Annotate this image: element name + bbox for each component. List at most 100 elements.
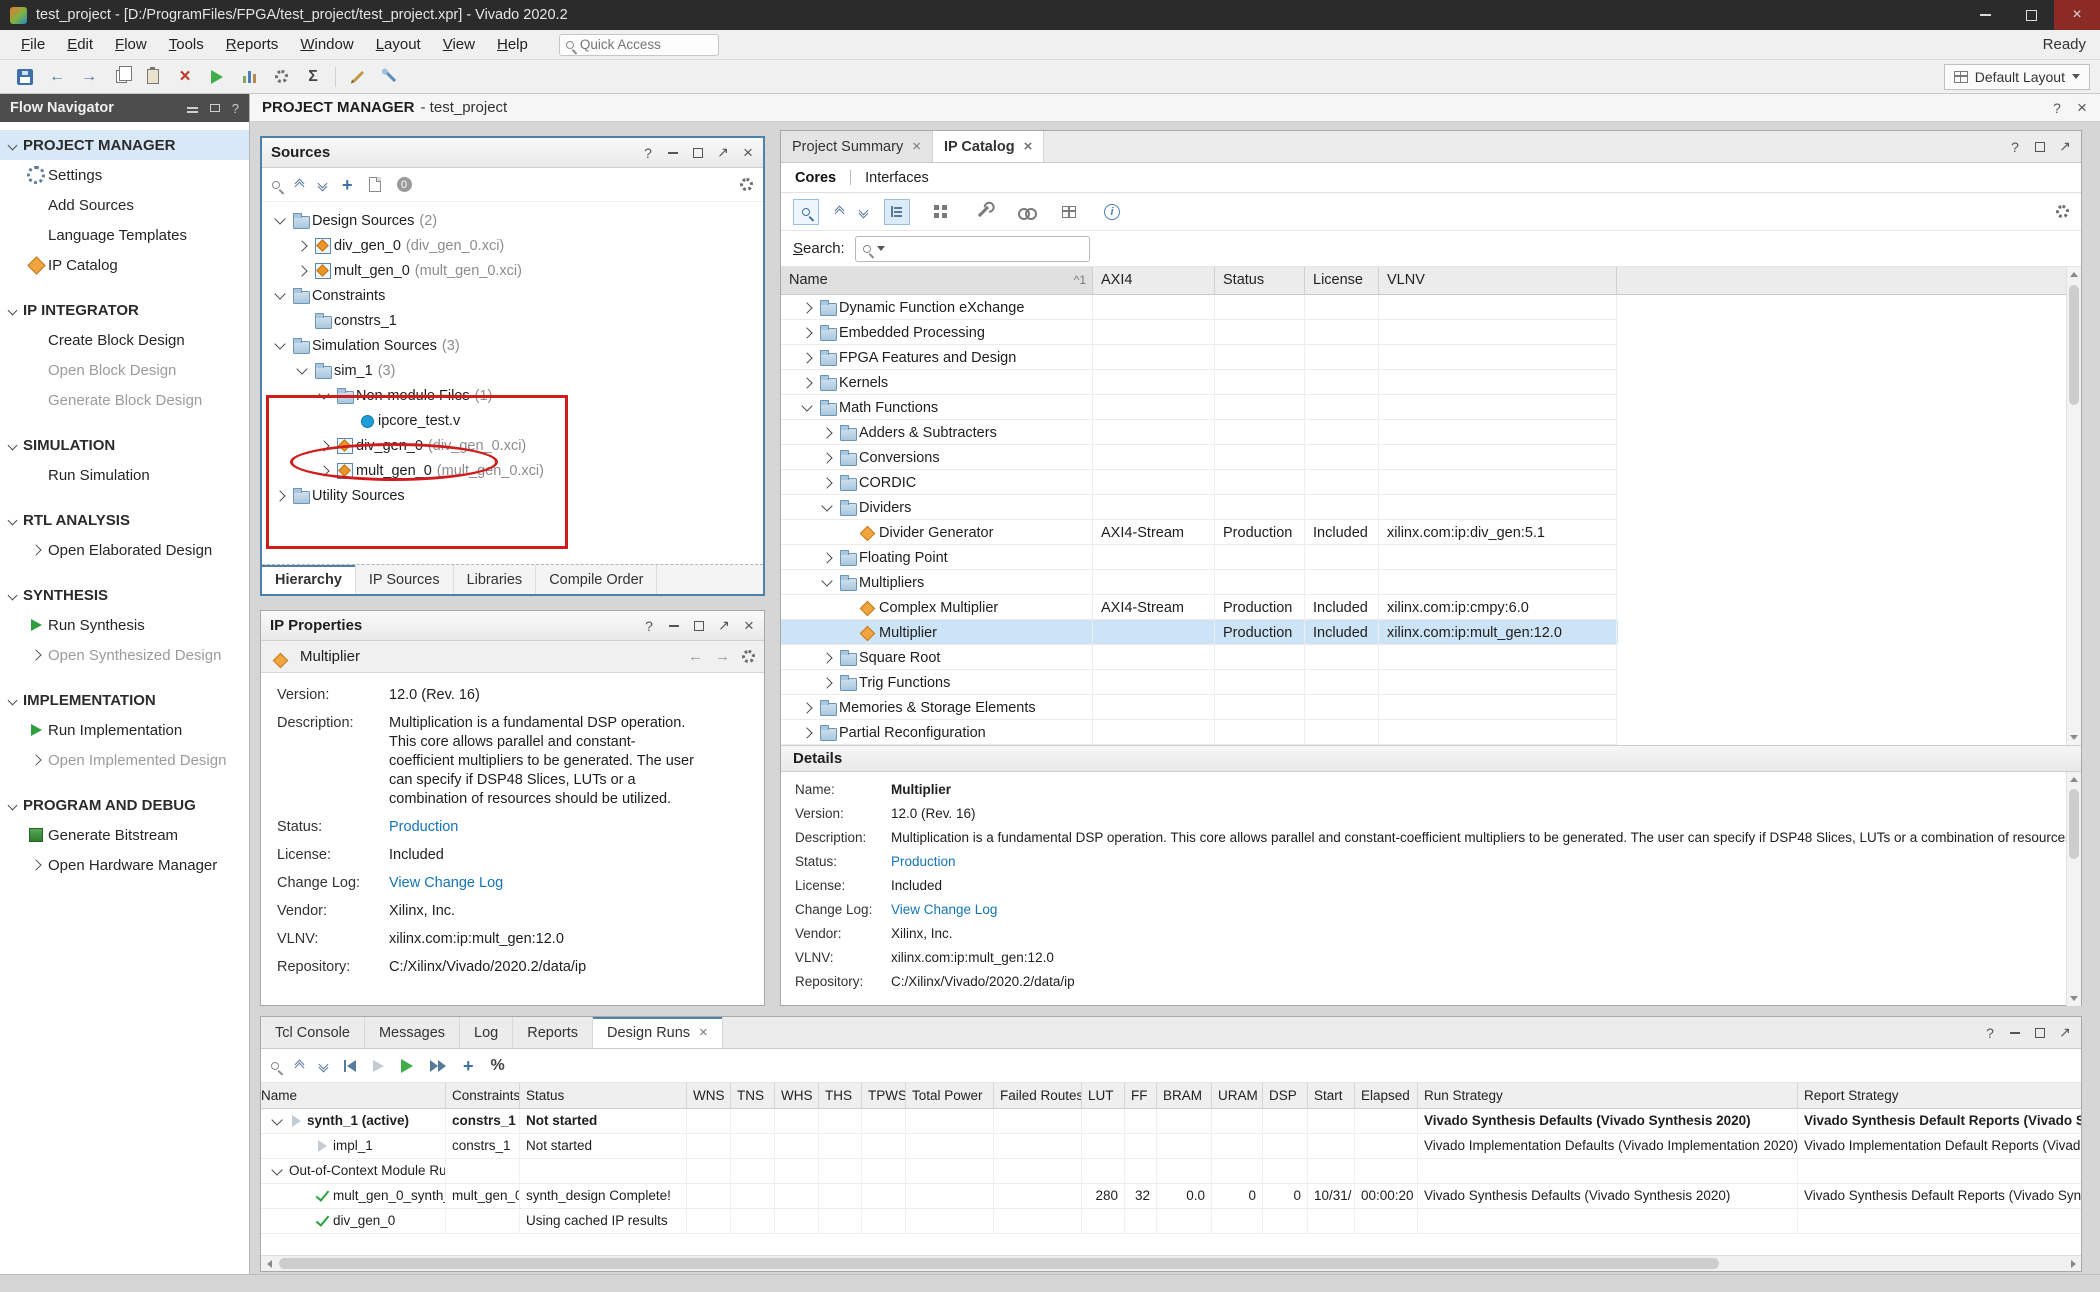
source-tree-row[interactable]: div_gen_0 (div_gen_0.xci) [262, 233, 763, 258]
flow-navigator-item[interactable]: Open Implemented Design [0, 745, 249, 775]
window-minimize-button[interactable] [1962, 0, 2008, 30]
flow-navigator-section-header[interactable]: SIMULATION [0, 430, 249, 460]
close-icon[interactable]: × [2076, 99, 2088, 116]
quick-access-search[interactable] [559, 34, 719, 56]
source-tree-row[interactable]: Design Sources (2) [262, 208, 763, 233]
tab-close-icon[interactable]: × [699, 1025, 708, 1040]
catalog-row[interactable]: Floating Point [781, 545, 1618, 570]
catalog-row[interactable]: CORDIC [781, 470, 1618, 495]
collapse-icon[interactable] [187, 107, 198, 109]
help-icon[interactable]: ? [2009, 139, 2021, 155]
flow-navigator-item[interactable]: Language Templates [0, 220, 249, 250]
run-button[interactable] [202, 63, 232, 91]
column-header-name[interactable]: Name ^1 [781, 267, 1093, 294]
expander-icon[interactable] [817, 554, 837, 562]
column-header[interactable]: THS [819, 1083, 862, 1108]
gear-icon[interactable] [742, 650, 755, 663]
expander-icon[interactable] [817, 679, 837, 687]
column-header[interactable]: Name [261, 1083, 446, 1108]
expand-all-icon[interactable] [319, 182, 326, 188]
settings-button[interactable] [266, 63, 296, 91]
maximize-icon[interactable] [2034, 1028, 2046, 1038]
column-header[interactable]: Report Strategy [1798, 1083, 2083, 1108]
collapse-all-icon[interactable] [836, 209, 843, 215]
source-tree-row[interactable]: mult_gen_0 (mult_gen_0.xci) [262, 258, 763, 283]
save-button[interactable] [10, 63, 40, 91]
design-run-row[interactable]: mult_gen_0_synth_1 mult_gen_0 synth_desi… [261, 1184, 2081, 1209]
expander-icon[interactable] [292, 368, 312, 373]
help-icon[interactable]: ? [232, 101, 239, 116]
catalog-row[interactable]: Adders & Subtracters [781, 420, 1618, 445]
column-header[interactable]: Failed Routes [994, 1083, 1082, 1108]
horizontal-scrollbar[interactable] [261, 1255, 2081, 1271]
flow-navigator-section-header[interactable]: RTL ANALYSIS [0, 505, 249, 535]
flow-navigator-section-header[interactable]: IP INTEGRATOR [0, 295, 249, 325]
catalog-row[interactable]: Dividers [781, 495, 1618, 520]
catalog-row[interactable]: Multiplier Production Included xilinx.co… [781, 620, 1618, 645]
maximize-icon[interactable] [693, 621, 705, 631]
sources-tab[interactable]: Hierarchy [262, 565, 356, 594]
gear-icon[interactable] [740, 178, 753, 191]
expander-icon[interactable] [817, 429, 837, 437]
catalog-row[interactable]: Memories & Storage Elements [781, 695, 1618, 720]
design-run-row[interactable]: Out-of-Context Module Runs [261, 1159, 2081, 1184]
catalog-row[interactable]: Dynamic Function eXchange [781, 295, 1618, 320]
flow-navigator-item[interactable]: Open Block Design [0, 355, 249, 385]
minimize-icon[interactable] [667, 152, 679, 154]
bottom-tab[interactable]: Log × [460, 1017, 513, 1048]
flow-navigator-item[interactable]: Run Synthesis [0, 610, 249, 640]
float-icon[interactable]: ↗ [2059, 1024, 2071, 1041]
flow-navigator-item[interactable]: Add Sources [0, 190, 249, 220]
expander-icon[interactable] [797, 329, 817, 337]
column-header[interactable]: Run Strategy [1418, 1083, 1798, 1108]
sum-button[interactable]: Σ [298, 63, 328, 91]
expander-icon[interactable] [817, 454, 837, 462]
tab-cores[interactable]: Cores [795, 170, 836, 186]
quick-access-input[interactable] [580, 37, 690, 52]
column-header[interactable]: Status [520, 1083, 687, 1108]
maximize-icon[interactable] [2034, 142, 2046, 152]
add-sources-button[interactable]: + [342, 176, 353, 194]
bottom-tab[interactable]: Design Runs × [593, 1017, 723, 1048]
expander-icon[interactable] [817, 505, 837, 510]
column-header[interactable]: DSP [1263, 1083, 1308, 1108]
expander-icon[interactable] [797, 704, 817, 712]
link-button[interactable] [1013, 199, 1039, 225]
expander-icon[interactable] [817, 580, 837, 585]
close-icon[interactable]: × [742, 144, 754, 161]
document-tab[interactable]: IP Catalog × [933, 131, 1044, 162]
scroll-down-arrow[interactable] [2067, 991, 2081, 1006]
delete-button[interactable]: × [170, 63, 200, 91]
expander-icon[interactable] [797, 729, 817, 737]
column-header-axi4[interactable]: AXI4 [1093, 267, 1215, 294]
flow-navigator-item[interactable]: Run Implementation [0, 715, 249, 745]
catalog-row[interactable]: Embedded Processing [781, 320, 1618, 345]
tab-close-icon[interactable]: × [912, 139, 921, 154]
group-view-button[interactable] [927, 199, 953, 225]
play-outline-icon[interactable] [373, 1060, 384, 1072]
menu-item[interactable]: View [432, 30, 486, 60]
column-header[interactable]: WNS [687, 1083, 731, 1108]
float-icon[interactable]: ↗ [717, 144, 729, 161]
expander-icon[interactable] [292, 267, 312, 275]
open-file-icon[interactable] [369, 177, 381, 192]
search-toggle-button[interactable] [793, 199, 819, 225]
menu-item[interactable]: Window [289, 30, 364, 60]
ip-info-button[interactable]: i [1099, 199, 1125, 225]
column-header[interactable]: Constraints [446, 1083, 520, 1108]
forward-icon[interactable]: → [715, 648, 730, 665]
catalog-row[interactable]: Multipliers [781, 570, 1618, 595]
column-header-vlnv[interactable]: VLNV [1379, 267, 1617, 294]
float-icon[interactable]: ↗ [2059, 138, 2071, 155]
catalog-row[interactable]: Trig Functions [781, 670, 1618, 695]
menu-item[interactable]: Edit [56, 30, 104, 60]
search-icon[interactable] [271, 1062, 279, 1070]
expander-icon[interactable] [292, 242, 312, 250]
layout-selector[interactable]: Default Layout [1944, 64, 2090, 90]
scrollbar-thumb[interactable] [279, 1258, 1719, 1269]
help-icon[interactable]: ? [643, 618, 655, 634]
sources-tab[interactable]: Compile Order [536, 565, 657, 594]
design-run-row[interactable]: synth_1 (active) constrs_1 Not started [261, 1109, 2081, 1134]
menu-item[interactable]: Tools [158, 30, 215, 60]
menu-item[interactable]: File [10, 30, 56, 60]
